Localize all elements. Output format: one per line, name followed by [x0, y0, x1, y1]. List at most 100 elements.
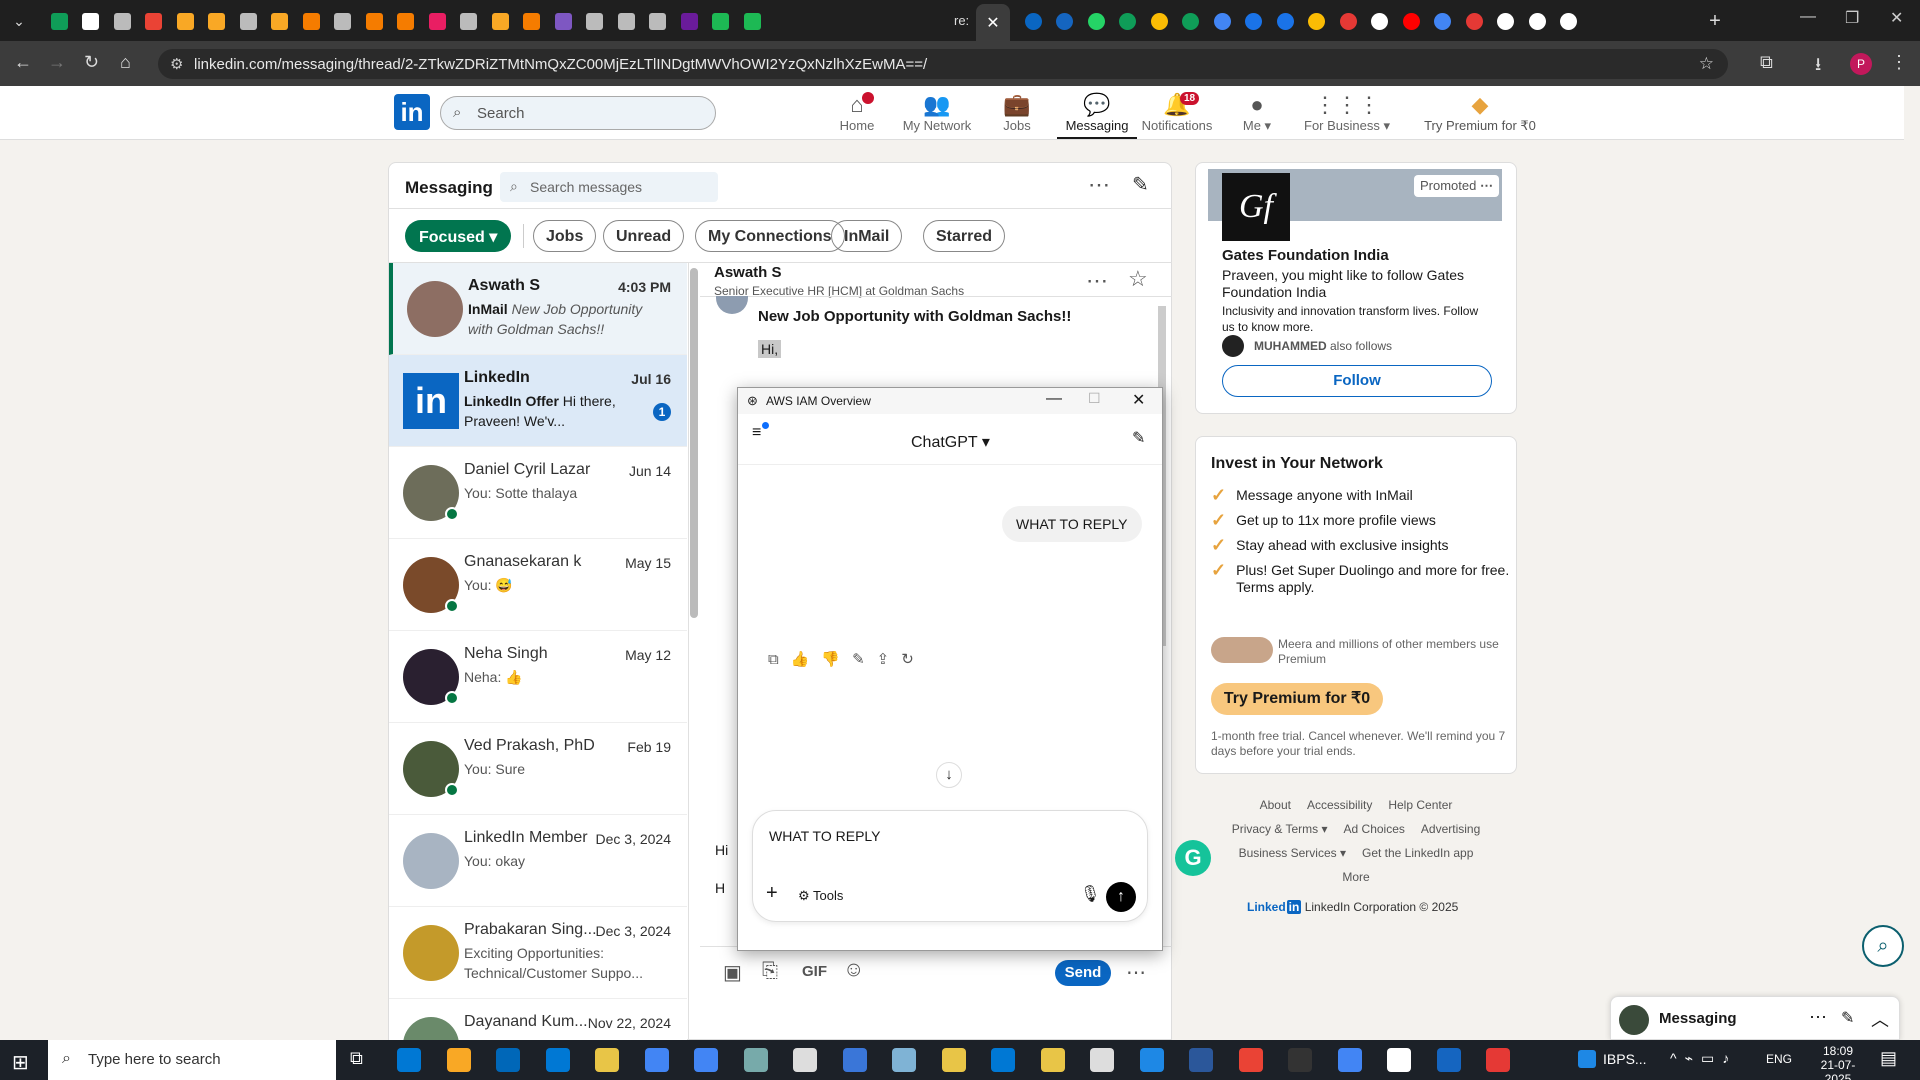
browser-tab[interactable] — [1081, 6, 1111, 36]
back-icon[interactable]: ← — [14, 52, 32, 73]
browser-menu-icon[interactable]: ⋮ — [1890, 52, 1908, 73]
dock-compose-icon[interactable]: ✎ — [1841, 1008, 1854, 1028]
task-view-icon[interactable]: ⧉ — [350, 1048, 363, 1069]
language-indicator[interactable]: ENG — [1766, 1052, 1792, 1066]
tab-list-button[interactable]: ⌄ — [4, 6, 34, 36]
minimize-button[interactable]: — — [1800, 8, 1816, 26]
browser-tab[interactable] — [1050, 6, 1080, 36]
footer-link[interactable]: Privacy & Terms ▾ — [1232, 822, 1328, 836]
chatgpt-window[interactable]: ⊛ AWS IAM Overview — ☐ ✕ ≡ ChatGPT ▾ ✎ W… — [737, 387, 1163, 951]
browser-tab[interactable] — [422, 6, 452, 36]
taskbar-app-icon[interactable] — [644, 1048, 669, 1072]
promoted-more-icon[interactable]: ⋯ — [1480, 178, 1493, 193]
taskbar-app-icon[interactable] — [842, 1048, 867, 1072]
send-options-icon[interactable]: ⋯ — [1126, 960, 1146, 985]
linkedin-logo[interactable]: in — [394, 94, 430, 130]
avatar[interactable]: in — [403, 373, 459, 429]
footer-link[interactable]: More — [1342, 870, 1369, 884]
taskbar-app-icon[interactable] — [1238, 1048, 1263, 1072]
company-name[interactable]: Gates Foundation India — [1222, 247, 1389, 264]
taskbar-app-icon[interactable] — [793, 1048, 817, 1072]
system-tray-icons[interactable]: ^⌁▭♪ — [1670, 1050, 1737, 1067]
thread-more-icon[interactable]: ⋯ — [1086, 268, 1108, 294]
taskbar-app-icon[interactable] — [1288, 1048, 1312, 1072]
minimize-button[interactable]: — — [1046, 390, 1062, 408]
chevron-up-icon[interactable]: ︿ — [1871, 1006, 1889, 1032]
browser-tab[interactable] — [391, 6, 421, 36]
browser-tab[interactable] — [611, 6, 641, 36]
browser-tab[interactable] — [1491, 6, 1521, 36]
browser-tab[interactable] — [1428, 6, 1458, 36]
tools-button[interactable]: ⚙ Tools — [798, 888, 843, 904]
filter-my-connections[interactable]: My Connections — [695, 220, 845, 252]
filter-inmail[interactable]: InMail — [831, 220, 903, 252]
browser-tab[interactable] — [1554, 6, 1584, 36]
browser-tab[interactable] — [548, 6, 578, 36]
scroll-down-button[interactable]: ↓ — [936, 762, 962, 788]
browser-tab[interactable] — [1207, 6, 1237, 36]
more-options-icon[interactable]: ⋯ — [1088, 172, 1110, 198]
site-info-icon[interactable]: ⚙ — [170, 55, 183, 73]
extensions-icon[interactable]: ⧉ — [1760, 52, 1773, 73]
browser-tab[interactable] — [1365, 6, 1395, 36]
new-chat-icon[interactable]: ✎ — [1132, 428, 1145, 448]
conversation-item[interactable]: Neha Singh May 12 Neha: 👍 — [389, 631, 687, 723]
browser-tab[interactable] — [76, 6, 106, 36]
taskbar-app-icon[interactable] — [991, 1048, 1015, 1072]
avatar[interactable] — [403, 833, 459, 889]
browser-tab[interactable] — [580, 6, 610, 36]
send-prompt-button[interactable]: ↑ — [1106, 882, 1136, 912]
focused-dropdown[interactable]: Focused ▾ — [405, 220, 512, 252]
nav-grid[interactable]: ⋮⋮⋮ For Business ▾ — [1302, 92, 1392, 134]
conversation-scrollbar[interactable] — [690, 268, 698, 618]
avatar[interactable] — [403, 925, 459, 981]
taskbar-app-icon[interactable] — [694, 1048, 718, 1072]
browser-tab[interactable] — [706, 6, 736, 36]
star-icon[interactable]: ☆ — [1128, 266, 1148, 292]
avatar[interactable] — [407, 281, 463, 337]
taskbar-app-icon[interactable] — [496, 1048, 520, 1072]
taskbar-app-icon[interactable] — [1436, 1048, 1461, 1072]
edit-icon[interactable]: ✎ — [852, 651, 877, 668]
active-tab[interactable]: re: ✕ — [954, 4, 1010, 41]
prompt-box[interactable] — [752, 810, 1148, 922]
thumbs-up-icon[interactable]: 👍 — [791, 651, 822, 668]
clock[interactable]: 18:09 21-07-2025 — [1810, 1044, 1866, 1080]
browser-tab[interactable] — [296, 6, 326, 36]
taskbar-search-input[interactable]: ⌕ Type here to search — [48, 1040, 336, 1080]
taskbar-app-icon[interactable] — [1337, 1048, 1362, 1072]
compose-icon[interactable]: ✎ — [1132, 172, 1149, 197]
conversation-item[interactable]: in LinkedIn Jul 16 LinkedIn Offer Hi there,… — [389, 355, 687, 447]
follow-button[interactable]: Follow — [1222, 365, 1492, 397]
gif-button[interactable]: GIF — [802, 963, 827, 980]
grammarly-icon[interactable]: G — [1175, 840, 1211, 876]
forward-icon[interactable]: → — [48, 52, 66, 73]
browser-tab[interactable] — [107, 6, 137, 36]
microphone-icon[interactable]: 🎙 — [1080, 884, 1100, 904]
gates-foundation-logo[interactable]: Gf — [1222, 173, 1290, 241]
notification-center-icon[interactable]: ▤ — [1880, 1048, 1897, 1069]
ibps-app-icon[interactable] — [1578, 1050, 1596, 1068]
download-icon[interactable]: ⭳ — [1815, 52, 1821, 82]
browser-tab[interactable] — [265, 6, 295, 36]
browser-tab[interactable] — [1239, 6, 1269, 36]
thumbs-down-icon[interactable]: 👎 — [821, 651, 852, 668]
add-attachment-icon[interactable]: + — [766, 882, 778, 905]
taskbar-app-icon[interactable] — [1040, 1048, 1065, 1072]
copy-icon[interactable]: ⧉ — [768, 651, 791, 668]
browser-tab[interactable] — [1018, 6, 1048, 36]
taskbar-app-icon[interactable] — [397, 1048, 421, 1072]
taskbar-app-icon[interactable] — [446, 1048, 471, 1072]
browser-tab[interactable] — [1176, 6, 1206, 36]
share-icon[interactable]: ⇪ — [877, 651, 902, 668]
browser-tab[interactable] — [1113, 6, 1143, 36]
nav-briefcase[interactable]: 💼 Jobs — [972, 92, 1062, 133]
footer-link[interactable]: Get the LinkedIn app — [1362, 846, 1473, 860]
url-field[interactable]: ⚙ linkedin.com/messaging/thread/2-ZTkwZDR… — [158, 49, 1728, 79]
browser-tab[interactable] — [202, 6, 232, 36]
browser-tab[interactable] — [485, 6, 515, 36]
regenerate-icon[interactable]: ↻ — [901, 651, 926, 668]
browser-tab[interactable] — [674, 6, 704, 36]
browser-tab[interactable] — [328, 6, 358, 36]
model-selector[interactable]: ChatGPT ▾ — [911, 432, 990, 452]
